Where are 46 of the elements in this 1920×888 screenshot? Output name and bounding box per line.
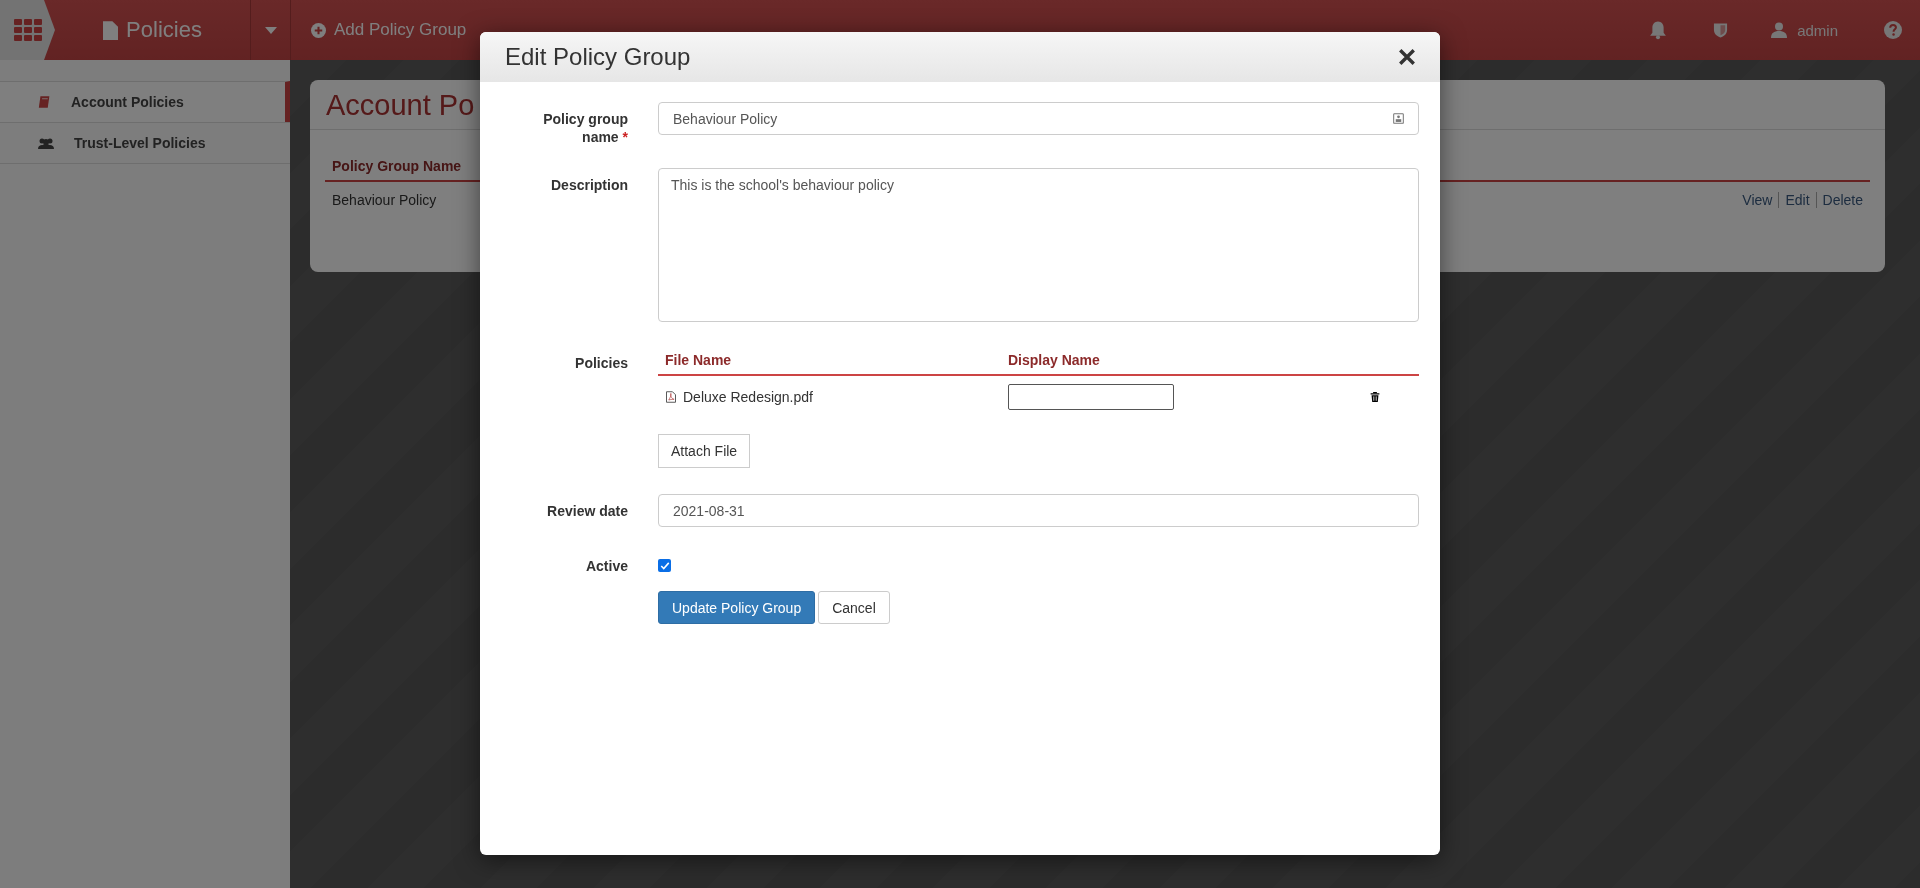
pdf-file-icon [665, 390, 677, 404]
action-link[interactable]: Edit [1778, 192, 1810, 208]
column-header: File Name [665, 352, 733, 368]
update-button[interactable]: Update Policy Group [658, 591, 816, 624]
user-icon [1771, 21, 1788, 39]
delete-icon-button[interactable] [1370, 391, 1380, 403]
book-icon [38, 95, 51, 109]
shield-icon [1712, 21, 1728, 39]
close-icon [1398, 48, 1416, 66]
column-header: Policy Group Name [332, 158, 462, 174]
field-label: Policies [574, 354, 628, 373]
text-field[interactable]: 2021-08-31 [658, 494, 1419, 527]
action-link[interactable]: Delete [1815, 192, 1863, 208]
attach-file-button[interactable]: Attach File [658, 434, 751, 468]
cancel-button[interactable]: Cancel [818, 591, 890, 624]
column-header: Display Name [1008, 352, 1100, 368]
description-field[interactable]: This is the school's behaviour policy [658, 168, 1419, 322]
users-icon [38, 137, 54, 149]
card-icon [1393, 111, 1404, 126]
page-title: Account Po [326, 89, 475, 121]
trash-icon [1370, 391, 1380, 403]
check-icon [659, 560, 670, 571]
bell-icon [1649, 20, 1668, 40]
active-checkbox[interactable] [658, 559, 671, 572]
caret-icon [264, 26, 277, 34]
dialog-title: Edit Policy Group [505, 43, 691, 71]
grid-icon [13, 19, 42, 41]
field-label: Description [550, 176, 628, 195]
field-label: Policy group name * [542, 110, 628, 146]
document-icon [103, 20, 119, 40]
module-title: Policies [126, 17, 202, 43]
table-cell: Behaviour Policy [332, 192, 437, 208]
add-policy-group-button[interactable]: Add Policy Group [305, 19, 473, 41]
field-label: Active [584, 557, 628, 575]
apps-menu-button[interactable] [0, 0, 55, 60]
sidebar-item[interactable]: Account Policies [0, 81, 290, 122]
help-icon [1884, 21, 1902, 39]
close-button[interactable] [1398, 48, 1416, 66]
text-field[interactable]: Behaviour Policy [658, 102, 1419, 135]
sidebar-item[interactable]: Trust-Level Policies [0, 122, 290, 164]
file-name: Deluxe Redesign.pdf [683, 389, 813, 405]
field-label: Review date [546, 502, 628, 521]
action-link[interactable]: View [1742, 192, 1773, 208]
display-name-field[interactable] [1008, 384, 1174, 410]
plus-circle-icon [311, 22, 326, 38]
user-menu[interactable]: admin [1765, 20, 1844, 40]
